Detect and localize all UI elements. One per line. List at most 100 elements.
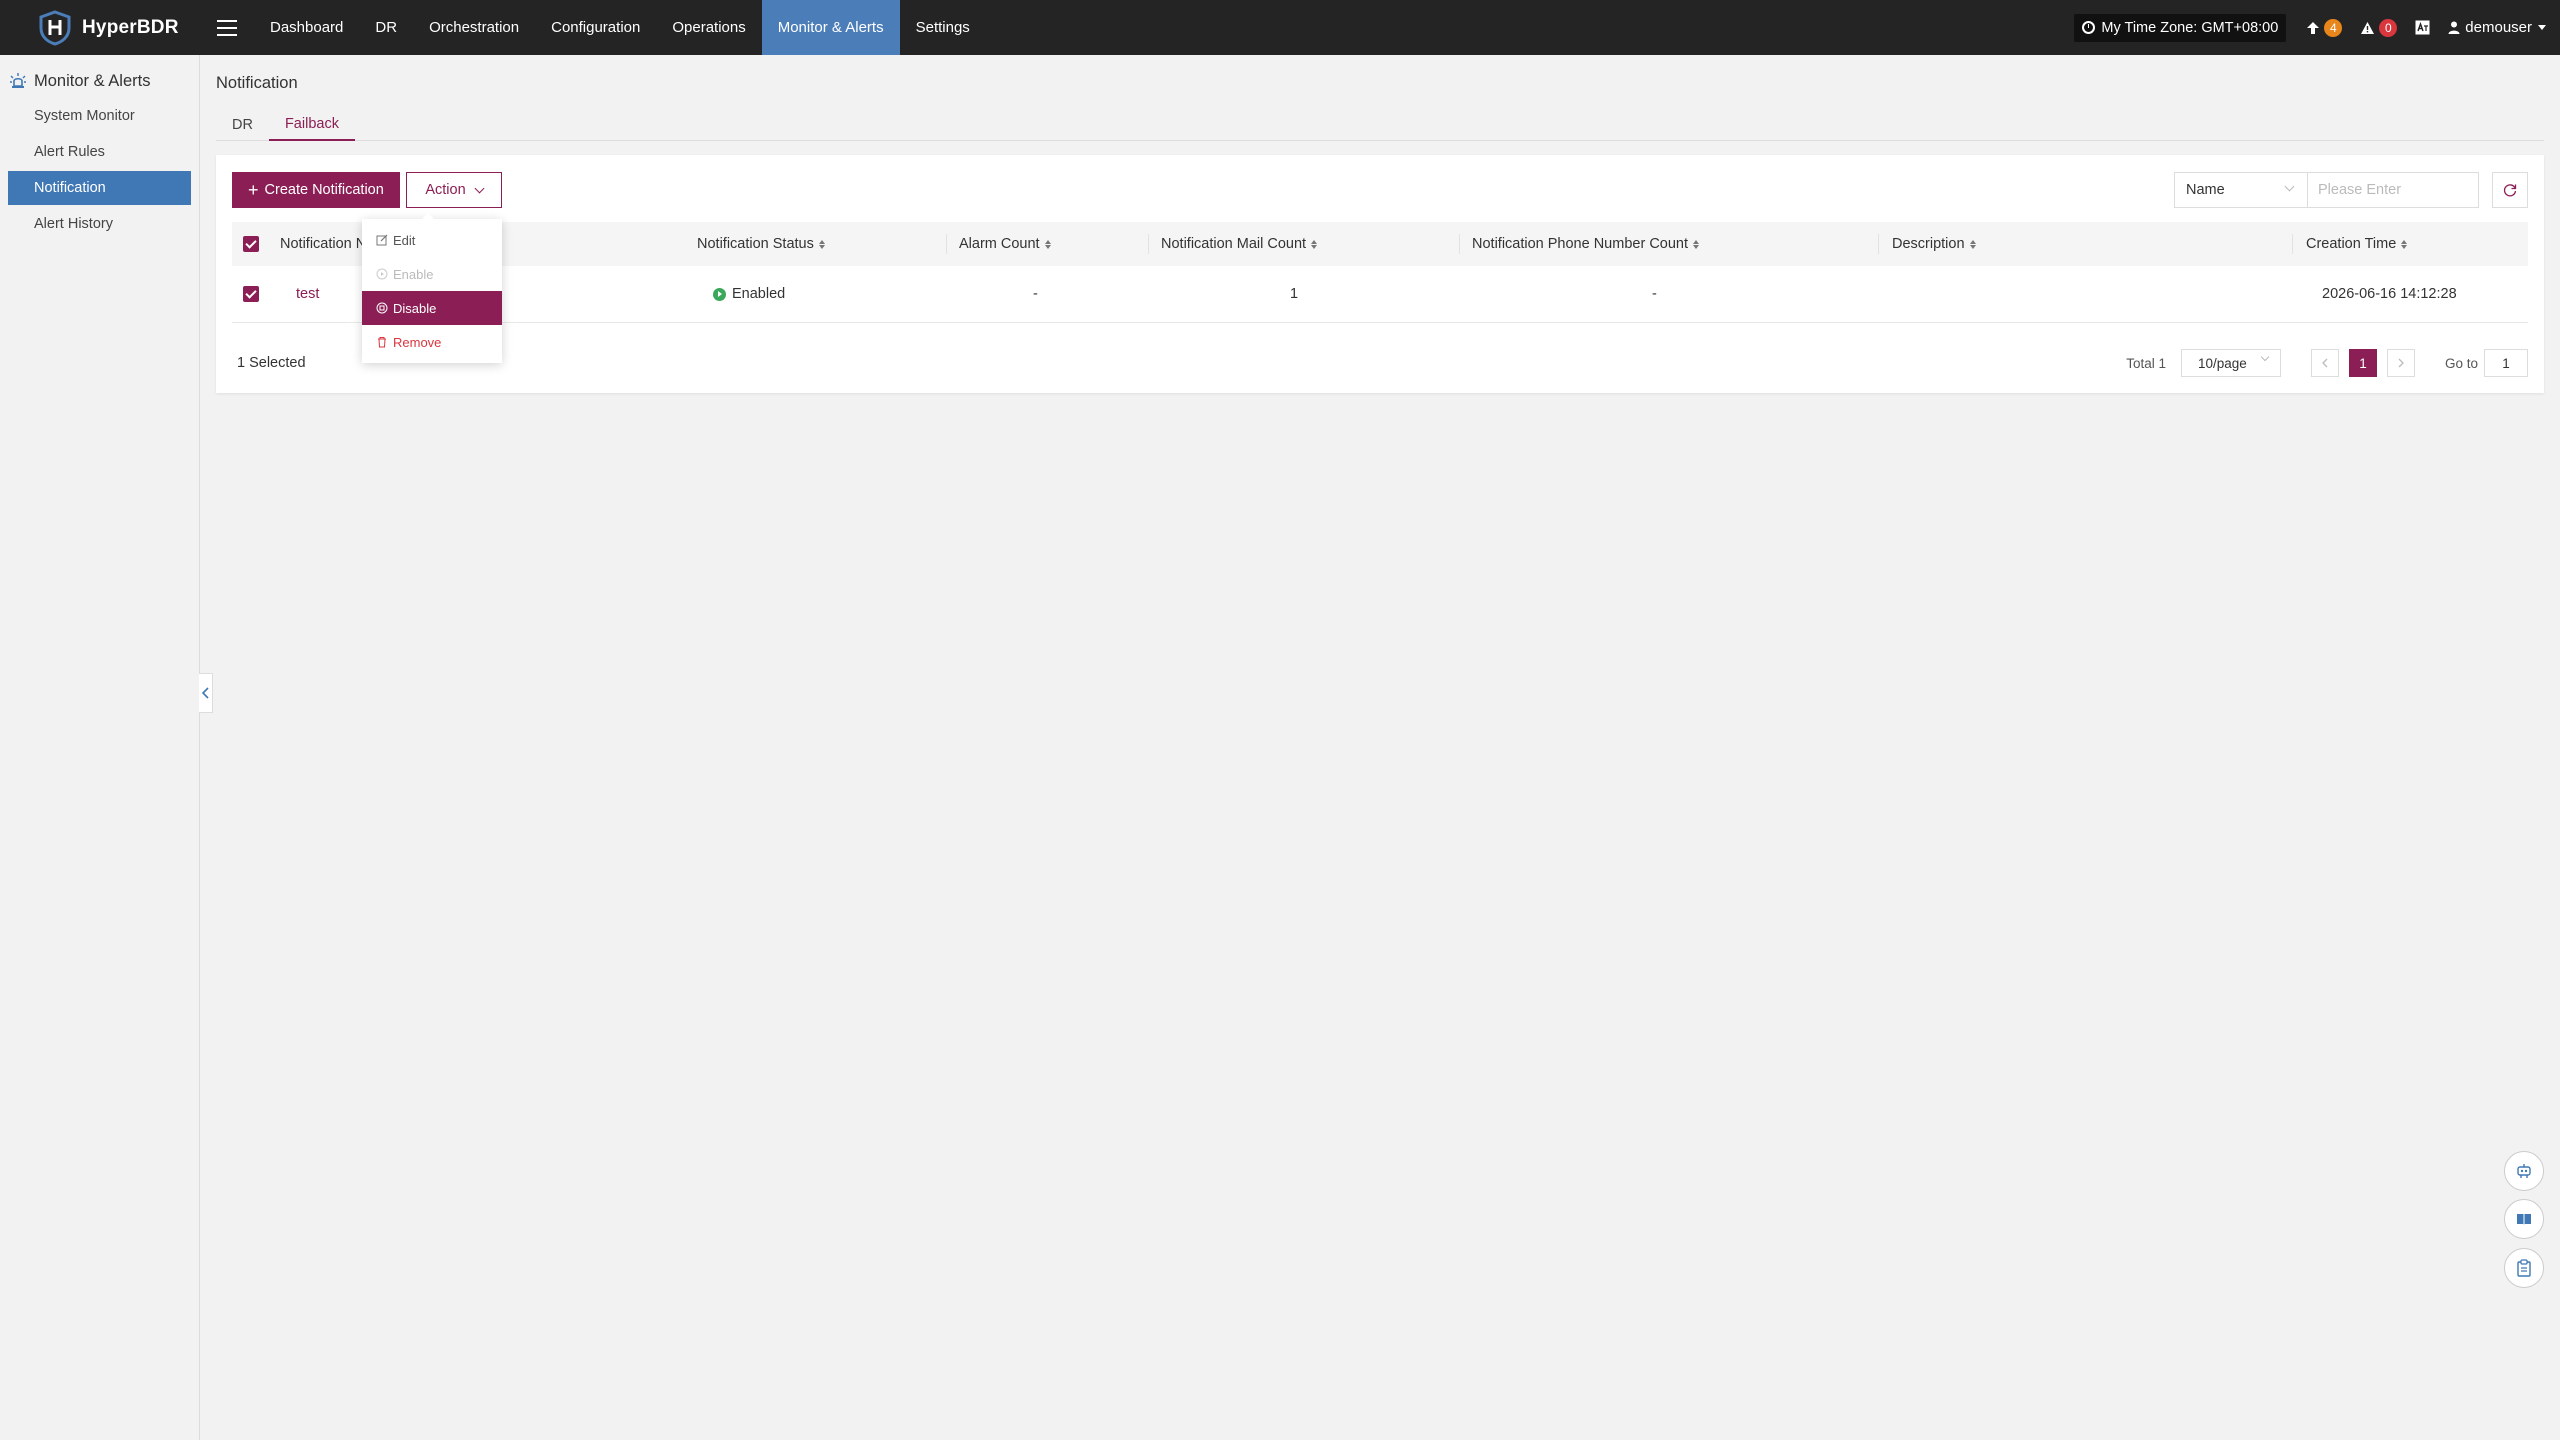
col-alarm-count[interactable]: Alarm Count: [959, 222, 1051, 266]
search-field-select[interactable]: Name: [2174, 172, 2308, 208]
nav-settings[interactable]: Settings: [900, 0, 986, 55]
col-notification-name[interactable]: Notification N: [280, 222, 366, 266]
refresh-icon: [2503, 184, 2517, 197]
sidebar-item-alert-rules[interactable]: Alert Rules: [8, 135, 191, 169]
checkbox-checked-icon: [243, 286, 259, 302]
nav-orchestration[interactable]: Orchestration: [413, 0, 535, 55]
shield-logo-icon: [39, 9, 71, 46]
sort-icon: [1693, 239, 1700, 249]
table-footer: 1 Selected Total 1 10/page 1 Go to: [232, 348, 2528, 378]
menu-toggle-icon[interactable]: [217, 19, 237, 36]
play-circle-icon: [376, 268, 388, 280]
chevron-left-icon: [2322, 358, 2328, 368]
stop-circle-icon: [376, 302, 388, 314]
action-dropdown-button[interactable]: Action: [406, 172, 502, 208]
next-page-button[interactable]: [2386, 349, 2415, 377]
row-checkbox[interactable]: [243, 266, 259, 322]
col-mail-count[interactable]: Notification Mail Count: [1161, 222, 1318, 266]
app-logo[interactable]: HyperBDR: [38, 9, 188, 46]
assistant-button[interactable]: [2504, 1151, 2544, 1191]
top-navbar: HyperBDR Dashboard DR Orchestration Conf…: [0, 0, 2560, 55]
book-icon: [2517, 1214, 2531, 1225]
col-creation-time[interactable]: Creation Time: [2306, 222, 2408, 266]
create-notification-button[interactable]: + Create Notification: [232, 172, 400, 208]
chevron-down-icon: [474, 183, 485, 193]
user-icon: [2448, 21, 2460, 34]
action-menu: Edit Enable Disable Remove: [362, 213, 502, 363]
alarm-light-icon: [10, 73, 26, 88]
nav-dr[interactable]: DR: [359, 0, 413, 55]
docs-button[interactable]: [2504, 1199, 2544, 1239]
nav-monitor-alerts[interactable]: Monitor & Alerts: [761, 0, 900, 55]
main-nav: Dashboard DR Orchestration Configuration…: [254, 0, 986, 55]
tab-failback[interactable]: Failback: [268, 109, 355, 141]
goto-page-input[interactable]: [2484, 349, 2528, 377]
menu-item-remove[interactable]: Remove: [362, 325, 502, 359]
alert-notifications[interactable]: 0: [2360, 18, 2398, 37]
warning-icon: [2361, 21, 2375, 34]
language-icon: [2415, 20, 2430, 35]
nav-dashboard[interactable]: Dashboard: [254, 0, 359, 55]
timezone-indicator[interactable]: My Time Zone: GMT+08:00: [2074, 13, 2287, 42]
sort-icon: [1969, 239, 1976, 249]
tab-dr[interactable]: DR: [216, 109, 269, 141]
plus-icon: +: [248, 180, 259, 200]
language-switcher[interactable]: [2415, 20, 2430, 35]
clipboard-icon: [2517, 1259, 2531, 1277]
sidebar: Monitor & Alerts System Monitor Alert Ru…: [0, 55, 200, 1440]
sort-icon: [1311, 239, 1318, 249]
refresh-button[interactable]: [2492, 172, 2528, 208]
pagination: Total 1 10/page 1 Go to: [2126, 348, 2528, 378]
checkbox-checked-icon: [243, 236, 259, 252]
create-notification-label: Create Notification: [264, 182, 384, 198]
search-input[interactable]: [2307, 172, 2479, 208]
robot-icon: [2517, 1164, 2531, 1178]
chevron-left-icon: [202, 687, 209, 699]
row-creation-time: 2026-06-16 14:12:28: [2322, 286, 2457, 302]
sidebar-item-alert-history[interactable]: Alert History: [8, 207, 191, 241]
col-description[interactable]: Description: [1892, 222, 1976, 266]
notification-table: Notification N Notification Status Alarm…: [232, 222, 2528, 323]
upgrade-count-badge: 4: [2324, 18, 2343, 37]
chevron-down-icon: [2284, 181, 2295, 192]
action-label: Action: [425, 182, 466, 198]
page-button-current[interactable]: 1: [2348, 349, 2377, 377]
upgrade-notifications[interactable]: 4: [2306, 18, 2343, 37]
row-name-link[interactable]: test: [296, 266, 319, 322]
sort-icon: [2401, 239, 2408, 249]
timezone-label: My Time Zone: GMT+08:00: [2101, 19, 2279, 36]
edit-icon: [376, 234, 388, 246]
tab-bar: DR Failback: [216, 109, 2544, 141]
play-circle-icon: [713, 287, 726, 301]
user-menu[interactable]: demouser: [2448, 19, 2546, 36]
table-row[interactable]: test Enabled - 1 - 2026-06-16 14:12:28: [232, 266, 2528, 323]
nav-operations[interactable]: Operations: [656, 0, 761, 55]
trash-icon: [378, 337, 386, 348]
col-phone-count[interactable]: Notification Phone Number Count: [1472, 222, 1700, 266]
alert-count-badge: 0: [2379, 18, 2398, 37]
total-count: Total 1: [2126, 355, 2166, 371]
sidebar-item-notification[interactable]: Notification: [8, 171, 191, 205]
select-all-checkbox[interactable]: [243, 222, 259, 266]
clipboard-button[interactable]: [2504, 1248, 2544, 1288]
row-mail-count: 1: [1290, 286, 1299, 302]
col-notification-status[interactable]: Notification Status: [697, 222, 825, 266]
sidebar-collapse-button[interactable]: [199, 673, 213, 713]
selected-count: 1 Selected: [237, 355, 306, 371]
sort-icon: [1044, 239, 1051, 249]
sort-icon: [818, 239, 825, 249]
sidebar-item-system-monitor[interactable]: System Monitor: [8, 99, 191, 133]
table-header: Notification N Notification Status Alarm…: [232, 222, 2528, 266]
row-alarm-count: -: [1033, 286, 1038, 302]
prev-page-button[interactable]: [2310, 349, 2339, 377]
menu-item-edit[interactable]: Edit: [362, 223, 502, 257]
sidebar-title: Monitor & Alerts: [0, 65, 199, 97]
menu-item-enable: Enable: [362, 257, 502, 291]
username: demouser: [2465, 19, 2532, 36]
chevron-right-icon: [2398, 358, 2404, 368]
caret-down-icon: [2538, 25, 2546, 30]
menu-item-disable[interactable]: Disable: [362, 291, 502, 325]
row-phone-count: -: [1652, 286, 1657, 302]
page-size-select[interactable]: 10/page: [2180, 349, 2281, 377]
nav-configuration[interactable]: Configuration: [535, 0, 656, 55]
